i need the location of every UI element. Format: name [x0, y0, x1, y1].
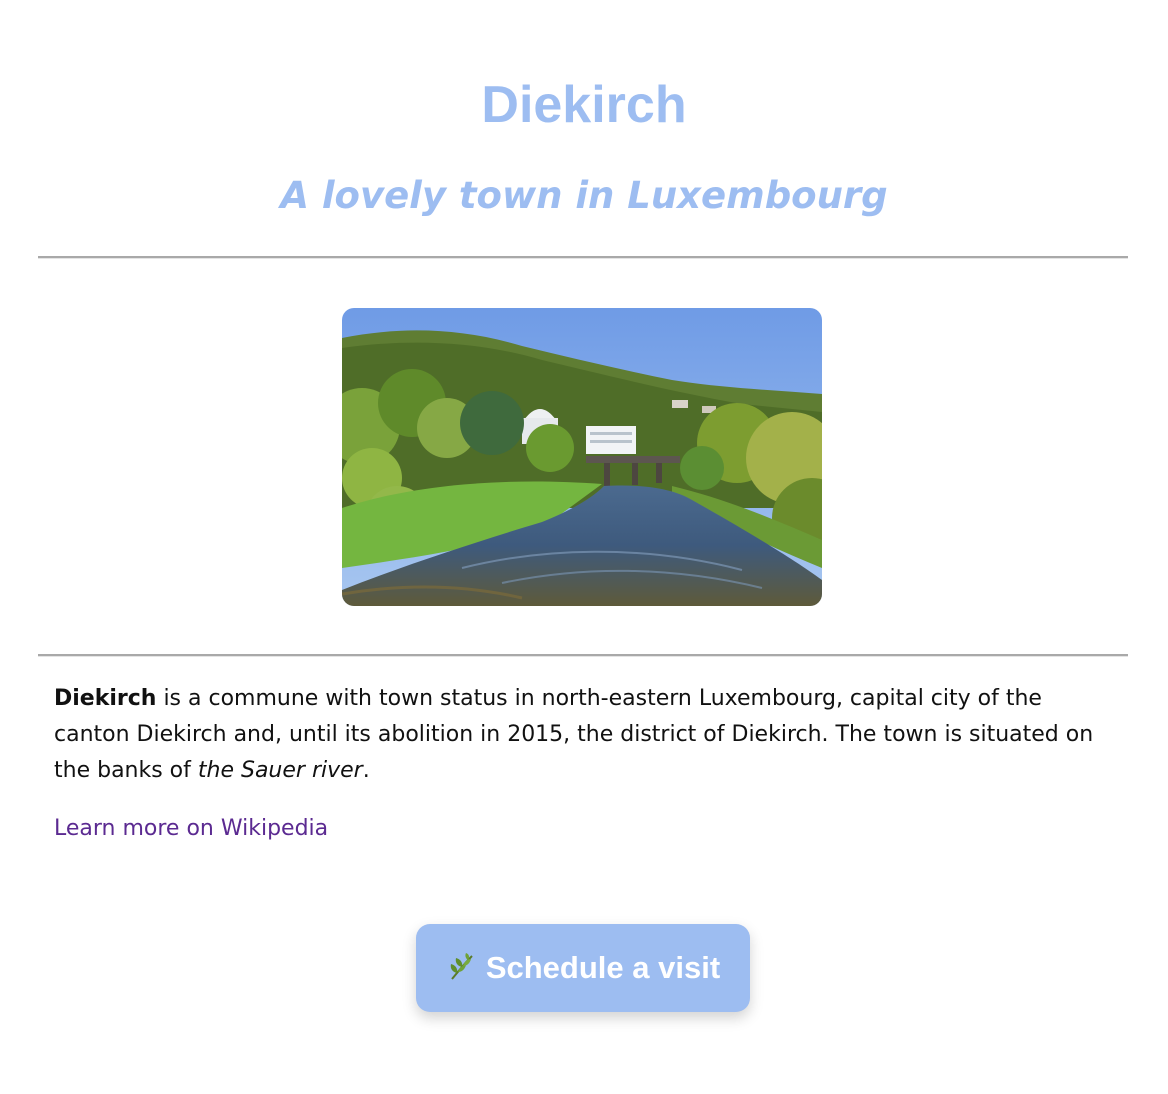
town-name: Diekirch	[54, 686, 157, 711]
town-photo	[342, 308, 822, 606]
divider-bottom	[38, 654, 1128, 657]
page-title: Diekirch	[481, 76, 687, 134]
herb-leaf-icon	[446, 952, 478, 984]
river-name: the Sauer river	[197, 758, 363, 783]
description-end: .	[362, 758, 370, 783]
wikipedia-link[interactable]: Learn more on Wikipedia	[54, 812, 328, 846]
divider-top	[38, 256, 1128, 259]
schedule-visit-label: Schedule a visit	[485, 950, 721, 985]
page-subtitle: A lovely town in Luxembourg	[280, 174, 888, 217]
river-landscape-photo	[342, 308, 822, 606]
schedule-visit-button[interactable]: Schedule a visit	[416, 924, 750, 1012]
town-description: Diekirch is a commune with town status i…	[54, 681, 1114, 789]
